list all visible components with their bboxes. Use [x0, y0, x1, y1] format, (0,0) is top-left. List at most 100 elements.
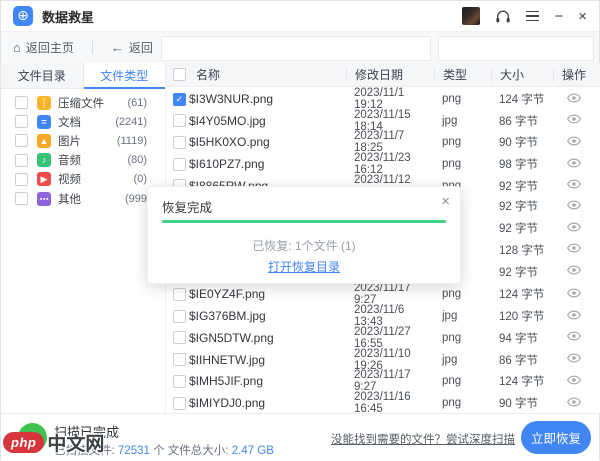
back-arrow-icon: ← — [110, 40, 124, 55]
close-button[interactable]: × — [578, 9, 587, 24]
column-header-type: 类型 — [434, 67, 491, 82]
row-checkbox[interactable]: ✓ — [173, 92, 186, 106]
file-type-checkbox[interactable]: ✓ — [15, 96, 28, 110]
file-name: $I4Y05MO.jpg — [189, 113, 266, 128]
preview-eye-icon[interactable] — [567, 288, 581, 298]
table-row[interactable]: ✓ $IMH5JIF.png 2023/11/17 9:27 png 124 字… — [166, 369, 600, 393]
preview-eye-icon[interactable] — [567, 200, 581, 210]
home-label: 返回主页 — [25, 41, 74, 55]
preview-eye-icon[interactable] — [567, 310, 581, 320]
document-icon: = — [37, 114, 51, 129]
toolbar: ⌂ 返回主页 ← 返回 — [1, 31, 600, 63]
preview-eye-icon[interactable] — [567, 136, 581, 146]
table-row[interactable]: ✓ $IGN5DTW.png 2023/11/27 16:55 png 94 字… — [166, 326, 600, 350]
total-size-label: 文件总大小: — [167, 445, 229, 457]
row-checkbox[interactable]: ✓ — [173, 396, 186, 410]
audio-icon: ♪ — [37, 153, 51, 168]
php-cn-watermark: php 中文网 — [3, 429, 104, 456]
table-row[interactable]: ✓ $IMIYDJ0.png 2023/11/16 16:45 png 90 字… — [166, 391, 600, 413]
php-badge: php — [3, 432, 45, 453]
file-size: 120 字节 — [499, 311, 545, 324]
preview-eye-icon[interactable] — [567, 265, 581, 275]
table-header: ✓ 名称 修改日期 类型 大小 操作 — [166, 63, 600, 87]
search-box[interactable] — [438, 36, 600, 61]
app-logo-icon: ⊕ — [13, 6, 33, 26]
title-bar: ⊕ 数据救星 − × — [1, 1, 599, 31]
table-row[interactable]: ✓ $IIHNETW.jpg 2023/11/10 19:26 jpg 86 字… — [166, 348, 600, 372]
total-size-value: 2.47 GB — [231, 445, 274, 457]
file-type-item[interactable]: ✓ = 文档 (2241) — [1, 112, 165, 131]
file-type-checkbox[interactable]: ✓ — [15, 115, 28, 129]
table-row[interactable]: ✓ $I5HK0XO.png 2023/11/7 18:25 png 90 字节 — [166, 130, 600, 154]
support-headset-icon[interactable] — [495, 9, 511, 24]
file-type-item[interactable]: ✓ ⋯ 其他 (999 — [1, 189, 165, 208]
recover-now-button[interactable]: 立即恢复 — [521, 421, 591, 454]
more-icon: ⋯ — [37, 191, 51, 206]
file-date: 2023/11/6 13:43 — [354, 304, 405, 329]
recovery-complete-dialog: 恢复完成 × 已恢复: 1个文件 (1) 打开恢复目录 — [147, 186, 461, 284]
file-name: $IIHNETW.jpg — [189, 352, 266, 367]
file-type: png — [442, 158, 462, 171]
tab-file-type[interactable]: 文件类型 — [82, 63, 165, 89]
file-type-item[interactable]: ✓ ▲ 图片 (1119) — [1, 131, 165, 150]
file-type-count: (2241) — [115, 115, 147, 128]
file-type-checkbox[interactable]: ✓ — [15, 172, 28, 186]
row-checkbox[interactable]: ✓ — [173, 287, 186, 301]
image-icon: ▲ — [37, 133, 51, 148]
search-input[interactable] — [451, 41, 600, 56]
file-type-item[interactable]: ✓ ▶ 视频 (0) — [1, 170, 165, 189]
back-button[interactable]: ← 返回 — [111, 39, 153, 56]
home-button[interactable]: ⌂ 返回主页 — [13, 39, 74, 56]
select-all-checkbox[interactable]: ✓ — [173, 68, 186, 81]
file-date: 2023/11/17 9:27 — [354, 282, 411, 307]
path-input[interactable] — [161, 36, 431, 61]
file-type-item[interactable]: ✓ ┆ 压缩文件 (61) — [1, 93, 165, 112]
table-row[interactable]: ✓ $I610PZ7.png 2023/11/23 16:12 png 98 字… — [166, 152, 600, 176]
row-checkbox[interactable]: ✓ — [173, 353, 186, 367]
file-type-count: (61) — [127, 96, 147, 109]
minimize-button[interactable]: − — [554, 9, 563, 24]
table-row[interactable]: ✓ $I3W3NUR.png 2023/11/1 19:12 png 124 字… — [166, 87, 600, 111]
column-header-size: 大小 — [491, 67, 553, 82]
preview-eye-icon[interactable] — [567, 179, 581, 189]
preview-eye-icon[interactable] — [567, 114, 581, 124]
row-checkbox[interactable]: ✓ — [173, 309, 186, 323]
dialog-close-icon[interactable]: × — [441, 193, 450, 210]
preview-eye-icon[interactable] — [567, 353, 581, 363]
file-type: png — [442, 288, 462, 301]
table-row[interactable]: ✓ $IE0YZ4F.png 2023/11/17 9:27 png 124 字… — [166, 282, 600, 307]
file-type-count: (0) — [133, 173, 147, 186]
table-row[interactable]: ✓ $I4Y05MO.jpg 2023/11/15 18:14 jpg 86 字… — [166, 109, 600, 133]
tab-file-directory[interactable]: 文件目录 — [1, 63, 83, 88]
preview-eye-icon[interactable] — [567, 243, 581, 253]
preview-eye-icon[interactable] — [567, 222, 581, 232]
row-checkbox[interactable]: ✓ — [173, 135, 186, 149]
scanned-count: 72531 — [117, 445, 150, 457]
file-type: png — [442, 93, 462, 105]
row-checkbox[interactable]: ✓ — [173, 114, 186, 128]
table-row[interactable]: ✓ $IG376BM.jpg 2023/11/6 13:43 jpg 120 字… — [166, 304, 600, 329]
file-type-checkbox[interactable]: ✓ — [15, 134, 28, 148]
row-checkbox[interactable]: ✓ — [173, 374, 186, 388]
menu-hamburger-icon[interactable] — [526, 10, 540, 22]
recovered-status-text: 已恢复: 1个文件 (1) — [252, 239, 356, 253]
file-type-checkbox[interactable]: ✓ — [15, 192, 28, 206]
row-checkbox[interactable]: ✓ — [173, 331, 186, 345]
preview-eye-icon[interactable] — [567, 331, 581, 341]
deep-scan-link[interactable]: 没能找到需要的文件？尝试深度扫描 — [331, 431, 515, 447]
preview-eye-icon[interactable] — [567, 93, 581, 103]
preview-eye-icon[interactable] — [567, 375, 581, 385]
row-checkbox[interactable]: ✓ — [173, 157, 186, 171]
preview-eye-icon[interactable] — [567, 158, 581, 168]
file-type-checkbox[interactable]: ✓ — [15, 153, 28, 167]
file-name: $IGN5DTW.png — [189, 330, 274, 345]
file-name: $I5HK0XO.png — [189, 135, 270, 150]
open-recovery-dir-link[interactable]: 打开恢复目录 — [148, 258, 460, 275]
preview-eye-icon[interactable] — [567, 397, 581, 407]
file-date: 2023/11/1 19:12 — [354, 87, 405, 111]
file-size: 124 字节 — [499, 94, 545, 106]
file-type-item[interactable]: ✓ ♪ 音频 (80) — [1, 151, 165, 170]
sidebar-tabs: 文件目录 文件类型 — [1, 63, 165, 89]
file-type-count: (80) — [127, 154, 147, 167]
user-avatar[interactable] — [462, 7, 481, 25]
